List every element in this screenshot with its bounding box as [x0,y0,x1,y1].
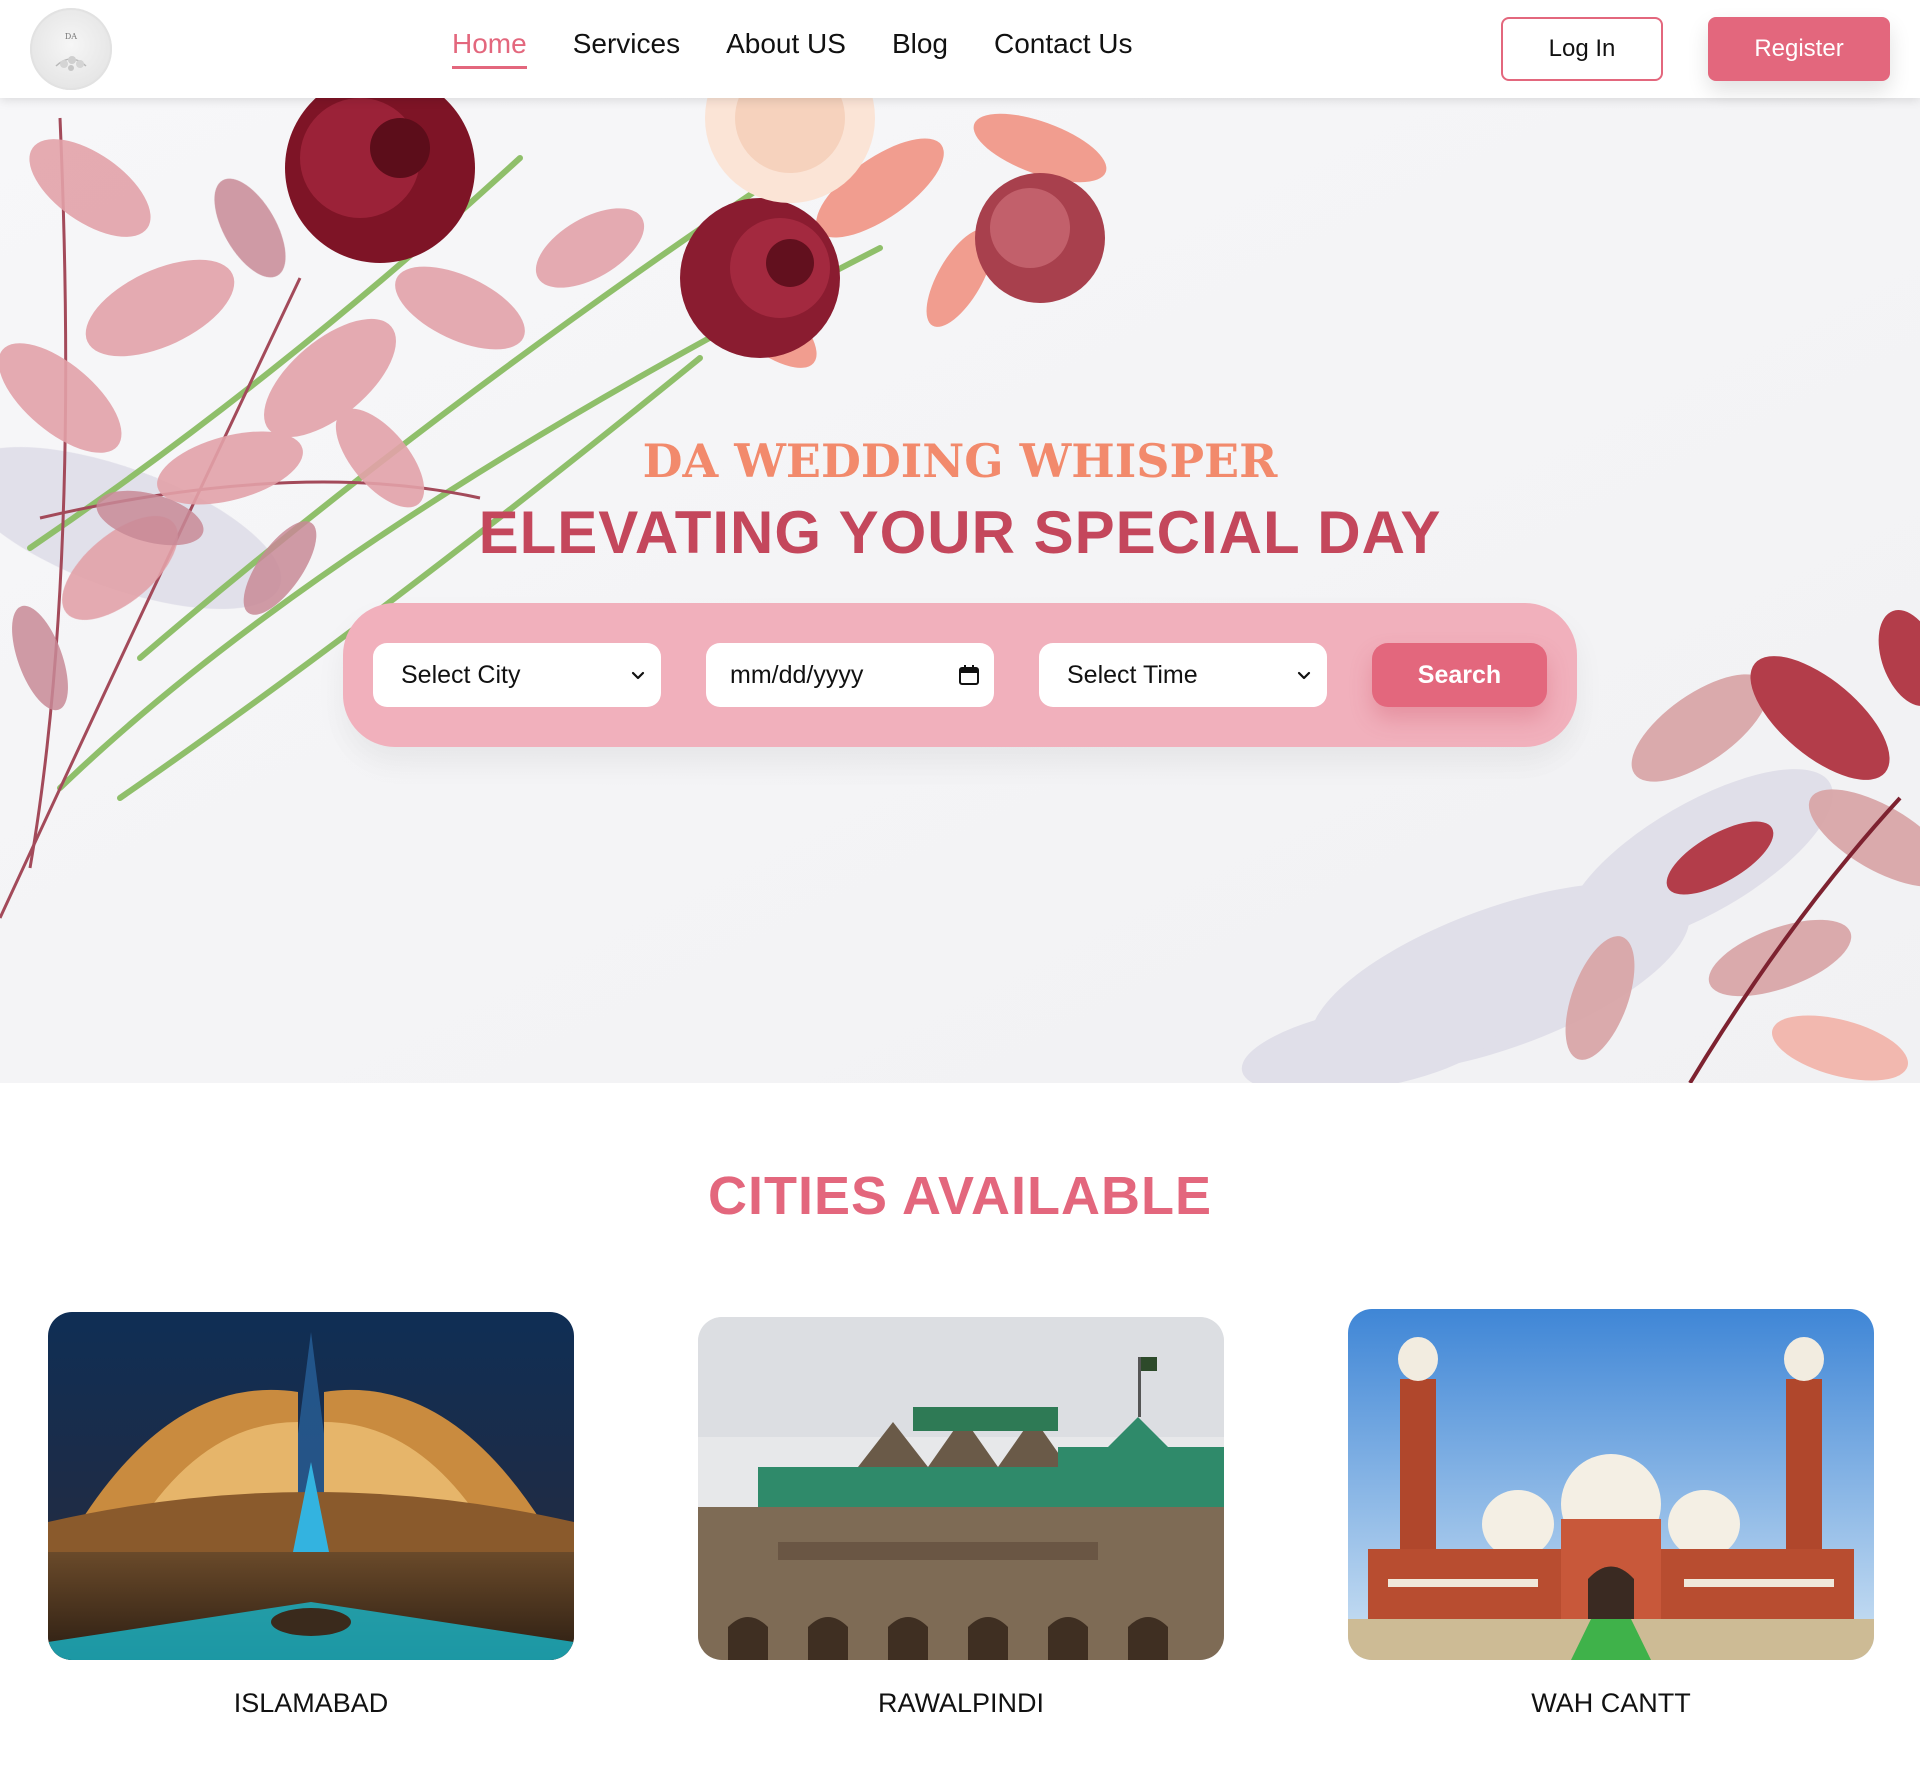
floral-background-image [0,98,1920,1083]
chevron-down-icon [1297,671,1311,680]
city-select-label: Select City [401,660,521,689]
rawalpindi-railway-station-image[interactable] [698,1317,1224,1660]
register-button[interactable]: Register [1708,17,1890,81]
logo[interactable]: DA [30,8,112,90]
city-name: ISLAMABAD [233,1688,389,1718]
floral-logo-icon [55,56,87,71]
hero-section: DA WEDDING WHISPER ELEVATING YOUR SPECIA… [0,98,1920,1083]
time-select[interactable]: Select Time [1039,643,1327,707]
date-input[interactable]: mm/dd/yyyy [706,643,994,707]
nav-home-link[interactable]: Home [452,28,527,69]
date-input-placeholder: mm/dd/yyyy [730,660,864,689]
hero-title: ELEVATING YOUR SPECIAL DAY [478,499,1442,566]
time-select-label: Select Time [1067,660,1198,689]
cities-heading: CITIES AVAILABLE [707,1166,1212,1226]
nav-about-link[interactable]: About US [726,28,846,69]
city-name: RAWALPINDI [877,1688,1045,1718]
city-card-rawalpindi[interactable]: RAWALPINDI [698,1317,1224,1718]
city-card-wah-cantt[interactable]: WAH CANTT [1348,1309,1874,1718]
city-card-islamabad[interactable]: ISLAMABAD [48,1312,574,1718]
city-select[interactable]: Select City [373,643,661,707]
nav-blog-link[interactable]: Blog [892,28,948,69]
wah-cantt-mosque-image[interactable] [1348,1309,1874,1660]
calendar-icon[interactable] [958,664,980,686]
nav-services-link[interactable]: Services [573,28,680,69]
main-nav: Home Services About US Blog Contact Us [452,28,1132,69]
city-name: WAH CANTT [1531,1688,1691,1718]
islamabad-monument-image[interactable] [48,1312,574,1660]
login-button[interactable]: Log In [1501,17,1663,81]
search-button[interactable]: Search [1372,643,1547,707]
hero-subtitle: DA WEDDING WHISPER [642,434,1278,488]
search-bar: Select City mm/dd/yyyy Select Time Searc… [343,603,1577,747]
nav-contact-link[interactable]: Contact Us [994,28,1133,69]
chevron-down-icon [631,671,645,680]
navbar: DA Home Services About US Blog Contact U… [0,0,1920,98]
